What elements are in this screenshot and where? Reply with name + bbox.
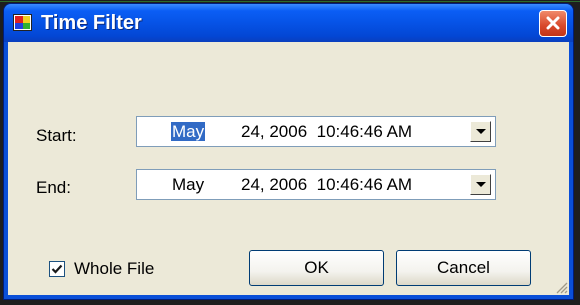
ok-button[interactable]: OK [249,250,384,286]
start-datetime-picker[interactable]: May 24, 2006 10:46:46 AM [136,116,496,147]
end-date-time-text[interactable]: 24, 2006 10:46:46 AM [241,175,412,194]
end-month-field[interactable]: May [171,175,205,194]
app-icon [13,14,32,31]
cancel-button[interactable]: Cancel [396,250,531,286]
close-icon [546,16,560,30]
chevron-down-icon [476,182,486,187]
time-filter-dialog: Time Filter Start: May 24, 2006 10:46:46… [3,3,574,300]
window-title: Time Filter [41,12,142,34]
background-gridline [0,1,580,2]
end-datetime-picker[interactable]: May 24, 2006 10:46:46 AM [136,169,496,200]
checkmark-icon [51,264,63,274]
start-dropdown-button[interactable] [470,121,491,142]
resize-grip-icon[interactable] [556,282,568,294]
title-bar[interactable]: Time Filter [4,4,573,42]
dialog-body: Start: May 24, 2006 10:46:46 AM End: May… [8,42,569,295]
end-label: End: [36,178,71,197]
start-label: Start: [36,126,77,145]
close-button[interactable] [539,10,567,37]
whole-file-checkbox[interactable] [49,261,65,277]
chevron-down-icon [476,129,486,134]
start-month-field[interactable]: May [171,122,206,141]
start-date-time-text[interactable]: 24, 2006 10:46:46 AM [241,122,412,141]
end-dropdown-button[interactable] [470,174,491,195]
whole-file-label[interactable]: Whole File [74,259,154,279]
